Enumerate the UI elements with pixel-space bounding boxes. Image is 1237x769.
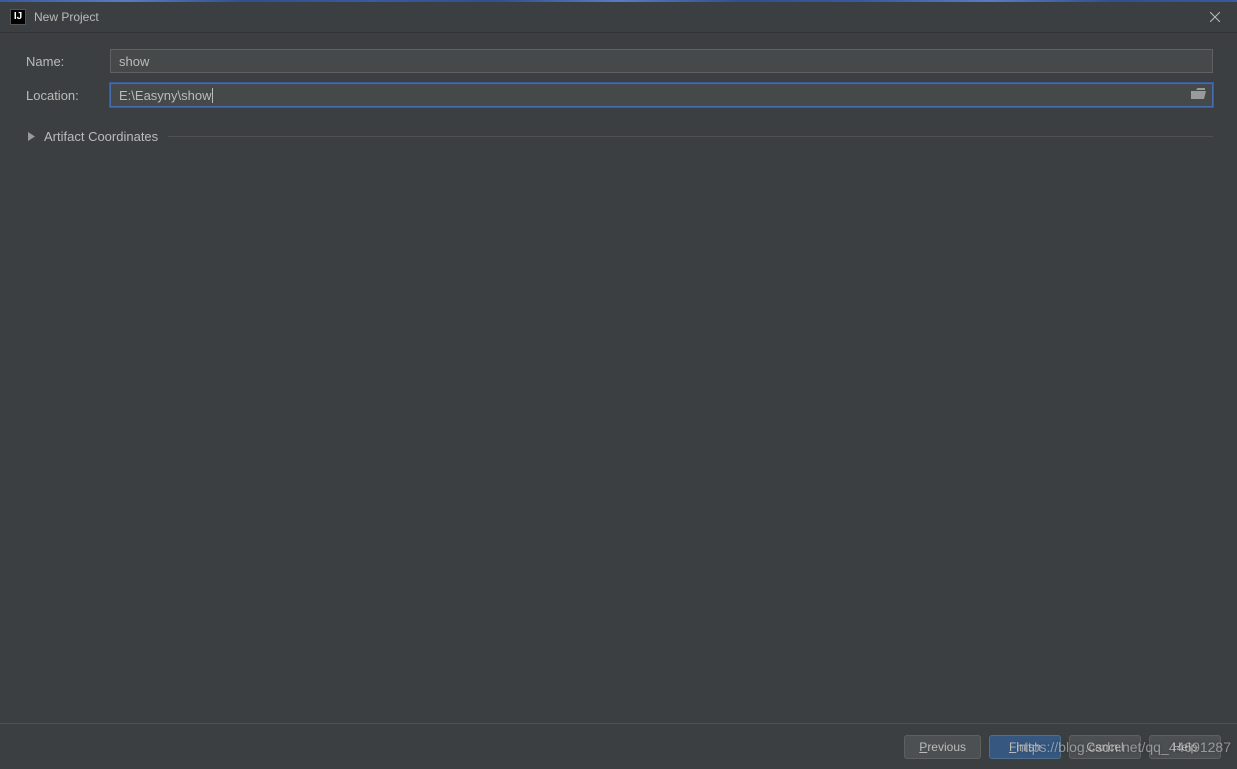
text-caret	[212, 88, 213, 103]
artifact-coordinates-expander[interactable]: Artifact Coordinates	[26, 126, 1213, 146]
previous-button[interactable]: Previous	[904, 735, 981, 759]
close-button[interactable]	[1192, 2, 1237, 32]
help-button[interactable]: Help	[1149, 735, 1221, 759]
finish-button-label: Finish	[1009, 740, 1041, 754]
help-button-label: Help	[1173, 740, 1198, 754]
name-input-value: show	[119, 54, 149, 69]
window-title: New Project	[34, 10, 99, 24]
title-bar[interactable]: IJ New Project	[0, 2, 1237, 32]
close-icon	[1210, 10, 1220, 25]
finish-button[interactable]: Finish	[989, 735, 1061, 759]
title-separator	[0, 32, 1237, 33]
location-input[interactable]: E:\Easyny\show	[110, 83, 1213, 107]
cancel-button[interactable]: Cancel	[1069, 735, 1141, 759]
expander-line	[168, 136, 1213, 137]
name-input[interactable]: show	[110, 49, 1213, 73]
artifact-coordinates-label: Artifact Coordinates	[44, 129, 158, 144]
location-row: Location: E:\Easyny\show	[26, 82, 1213, 108]
cancel-button-label: Cancel	[1086, 740, 1123, 754]
chevron-right-icon	[26, 131, 36, 141]
folder-icon	[1191, 88, 1206, 103]
name-label: Name:	[26, 54, 110, 69]
location-input-value: E:\Easyny\show	[119, 88, 212, 103]
previous-button-label: Previous	[919, 740, 966, 754]
form-area: Name: show Location: E:\Easyny\show	[26, 48, 1213, 116]
button-bar: Previous Finish Cancel Help	[0, 723, 1237, 769]
name-row: Name: show	[26, 48, 1213, 74]
browse-button[interactable]	[1190, 88, 1206, 102]
app-icon: IJ	[10, 9, 26, 25]
location-label: Location:	[26, 88, 110, 103]
